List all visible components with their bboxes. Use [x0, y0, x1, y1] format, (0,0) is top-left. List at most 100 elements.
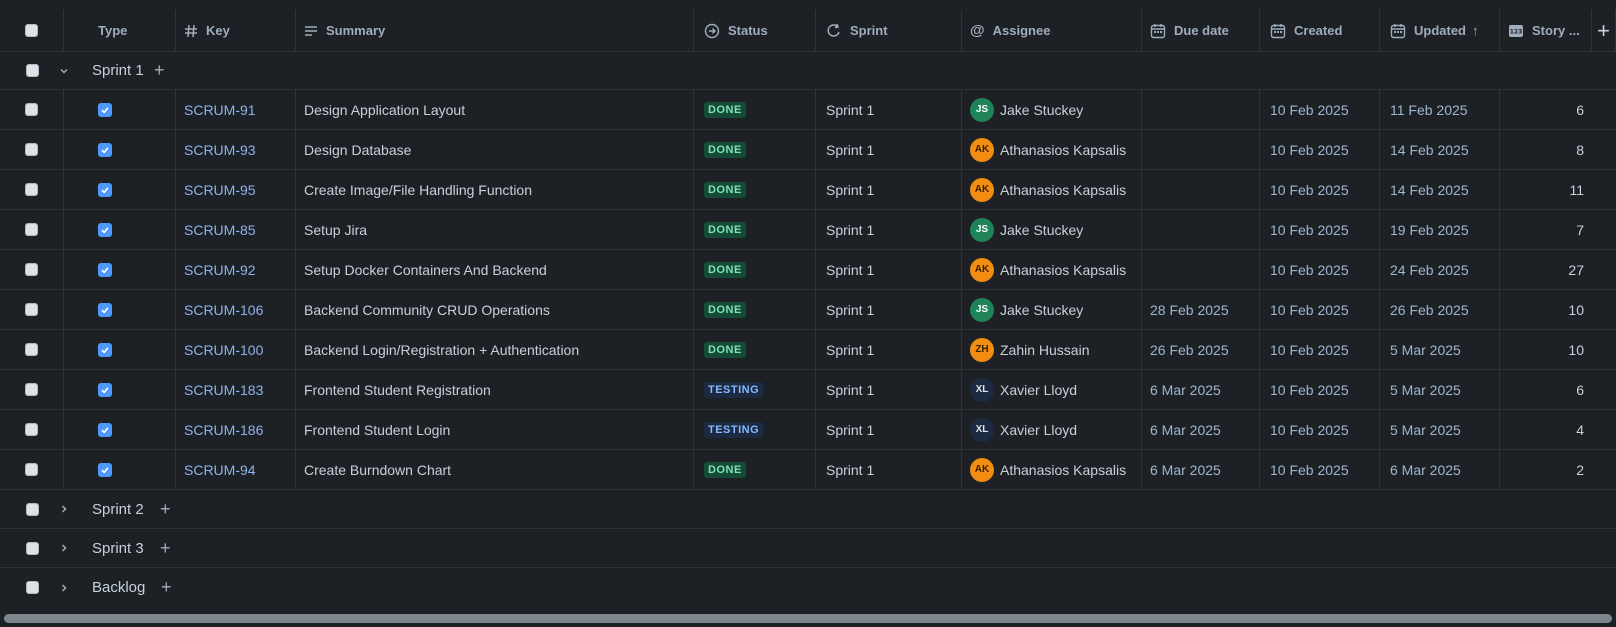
table-row[interactable]: SCRUM-106 Backend Community CRUD Operatio…	[0, 290, 1616, 330]
issue-assignee-cell[interactable]: AK Athanasios Kapsalis	[962, 130, 1142, 169]
issue-summary-cell[interactable]: Frontend Student Registration	[296, 370, 694, 409]
issue-summary-cell[interactable]: Design Application Layout	[296, 90, 694, 129]
group-checkbox[interactable]	[25, 64, 39, 77]
column-header-sprint[interactable]: Sprint	[816, 10, 962, 51]
issue-summary-cell[interactable]: Create Image/File Handling Function	[296, 170, 694, 209]
row-checkbox[interactable]	[25, 183, 38, 196]
table-row[interactable]: SCRUM-93 Design Database DONE Sprint 1 AK Ath…	[0, 130, 1616, 170]
issue-summary-cell[interactable]: Create Burndown Chart	[296, 450, 694, 489]
issue-key-link[interactable]: SCRUM-106	[184, 302, 263, 318]
table-row[interactable]: SCRUM-186 Frontend Student Login TESTING Sp…	[0, 410, 1616, 450]
issue-due-date-cell[interactable]: 26 Feb 2025	[1142, 330, 1260, 369]
row-checkbox[interactable]	[25, 423, 38, 436]
issue-status-cell[interactable]: TESTING	[694, 410, 816, 449]
issue-summary-cell[interactable]: Setup Docker Containers And Backend	[296, 250, 694, 289]
issue-status-cell[interactable]: DONE	[694, 290, 816, 329]
issue-due-date-cell[interactable]	[1142, 210, 1260, 249]
issue-key-link[interactable]: SCRUM-91	[184, 102, 256, 118]
issue-key-link[interactable]: SCRUM-95	[184, 182, 256, 198]
column-header-updated[interactable]: Updated ↑	[1380, 10, 1500, 51]
group-add-button[interactable]: +	[161, 568, 172, 607]
issue-sprint-cell[interactable]: Sprint 1	[816, 410, 962, 449]
table-row[interactable]: SCRUM-100 Backend Login/Registration + Au…	[0, 330, 1616, 370]
column-header-due-date[interactable]: Due date	[1142, 10, 1260, 51]
issue-due-date-cell[interactable]	[1142, 130, 1260, 169]
issue-story-points-cell[interactable]: 11	[1500, 170, 1592, 209]
issue-story-points-cell[interactable]: 10	[1500, 290, 1592, 329]
issue-sprint-cell[interactable]: Sprint 1	[816, 170, 962, 209]
group-checkbox[interactable]	[25, 541, 39, 555]
issue-story-points-cell[interactable]: 6	[1500, 370, 1592, 409]
issue-due-date-cell[interactable]	[1142, 90, 1260, 129]
group-row-backlog[interactable]: Backlog +	[0, 568, 1616, 607]
issue-summary-cell[interactable]: Design Database	[296, 130, 694, 169]
table-row[interactable]: SCRUM-91 Design Application Layout DONE Spr…	[0, 90, 1616, 130]
chevron-down-icon[interactable]	[52, 52, 76, 89]
issue-due-date-cell[interactable]: 6 Mar 2025	[1142, 370, 1260, 409]
issue-key-link[interactable]: SCRUM-85	[184, 222, 256, 238]
column-header-story-points[interactable]: 123 Story ...	[1500, 10, 1592, 51]
table-row[interactable]: SCRUM-183 Frontend Student Registration TE…	[0, 370, 1616, 410]
add-column-button[interactable]: +	[1592, 10, 1616, 51]
issue-story-points-cell[interactable]: 27	[1500, 250, 1592, 289]
issue-sprint-cell[interactable]: Sprint 1	[816, 370, 962, 409]
group-row-sprint-1[interactable]: Sprint 1 +	[0, 52, 1616, 90]
issue-key-link[interactable]: SCRUM-92	[184, 262, 256, 278]
issue-summary-cell[interactable]: Setup Jira	[296, 210, 694, 249]
issue-assignee-cell[interactable]: AK Athanasios Kapsalis	[962, 450, 1142, 489]
issue-status-cell[interactable]: DONE	[694, 210, 816, 249]
issue-status-cell[interactable]: DONE	[694, 330, 816, 369]
table-row[interactable]: SCRUM-94 Create Burndown Chart DONE Sprint …	[0, 450, 1616, 490]
group-row-sprint-2[interactable]: Sprint 2 +	[0, 490, 1616, 529]
column-header-key[interactable]: Key	[176, 10, 296, 51]
column-header-type[interactable]: Type	[64, 10, 176, 51]
issue-story-points-cell[interactable]: 10	[1500, 330, 1592, 369]
issue-summary-cell[interactable]: Backend Login/Registration + Authenticat…	[296, 330, 694, 369]
group-add-button[interactable]: +	[160, 490, 171, 528]
issue-story-points-cell[interactable]: 6	[1500, 90, 1592, 129]
row-checkbox[interactable]	[25, 263, 38, 276]
group-checkbox[interactable]	[25, 502, 39, 516]
column-header-summary[interactable]: Summary	[296, 10, 694, 51]
table-row[interactable]: SCRUM-95 Create Image/File Handling Funct…	[0, 170, 1616, 210]
issue-status-cell[interactable]: TESTING	[694, 370, 816, 409]
issue-sprint-cell[interactable]: Sprint 1	[816, 130, 962, 169]
column-header-created[interactable]: Created	[1260, 10, 1380, 51]
row-checkbox[interactable]	[25, 103, 38, 116]
chevron-right-icon[interactable]	[52, 529, 76, 567]
issue-assignee-cell[interactable]: XL Xavier Lloyd	[962, 370, 1142, 409]
select-all-checkbox[interactable]	[25, 24, 38, 37]
issue-sprint-cell[interactable]: Sprint 1	[816, 250, 962, 289]
table-row[interactable]: SCRUM-85 Setup Jira DONE Sprint 1 JS Jake Stu…	[0, 210, 1616, 250]
row-checkbox[interactable]	[25, 463, 38, 476]
horizontal-scrollbar[interactable]	[0, 612, 1616, 627]
row-checkbox[interactable]	[25, 343, 38, 356]
issue-status-cell[interactable]: DONE	[694, 170, 816, 209]
row-checkbox[interactable]	[25, 383, 38, 396]
issue-story-points-cell[interactable]: 7	[1500, 210, 1592, 249]
group-add-button[interactable]: +	[154, 52, 165, 89]
issue-summary-cell[interactable]: Frontend Student Login	[296, 410, 694, 449]
issue-key-link[interactable]: SCRUM-93	[184, 142, 256, 158]
chevron-right-icon[interactable]	[52, 568, 76, 607]
issue-sprint-cell[interactable]: Sprint 1	[816, 290, 962, 329]
issue-status-cell[interactable]: DONE	[694, 130, 816, 169]
issue-assignee-cell[interactable]: XL Xavier Lloyd	[962, 410, 1142, 449]
scrollbar-thumb[interactable]	[4, 614, 1612, 623]
issue-sprint-cell[interactable]: Sprint 1	[816, 450, 962, 489]
issue-story-points-cell[interactable]: 4	[1500, 410, 1592, 449]
issue-key-link[interactable]: SCRUM-100	[184, 342, 263, 358]
issue-due-date-cell[interactable]	[1142, 170, 1260, 209]
issue-summary-cell[interactable]: Backend Community CRUD Operations	[296, 290, 694, 329]
issue-status-cell[interactable]: DONE	[694, 250, 816, 289]
sort-ascending-icon[interactable]: ↑	[1472, 23, 1479, 38]
issue-assignee-cell[interactable]: ZH Zahin Hussain	[962, 330, 1142, 369]
issue-story-points-cell[interactable]: 2	[1500, 450, 1592, 489]
issue-status-cell[interactable]: DONE	[694, 90, 816, 129]
issue-assignee-cell[interactable]: AK Athanasios Kapsalis	[962, 250, 1142, 289]
issue-assignee-cell[interactable]: JS Jake Stuckey	[962, 90, 1142, 129]
column-header-assignee[interactable]: @ Assignee	[962, 10, 1142, 51]
issue-status-cell[interactable]: DONE	[694, 450, 816, 489]
issue-assignee-cell[interactable]: JS Jake Stuckey	[962, 210, 1142, 249]
group-checkbox[interactable]	[25, 581, 39, 594]
